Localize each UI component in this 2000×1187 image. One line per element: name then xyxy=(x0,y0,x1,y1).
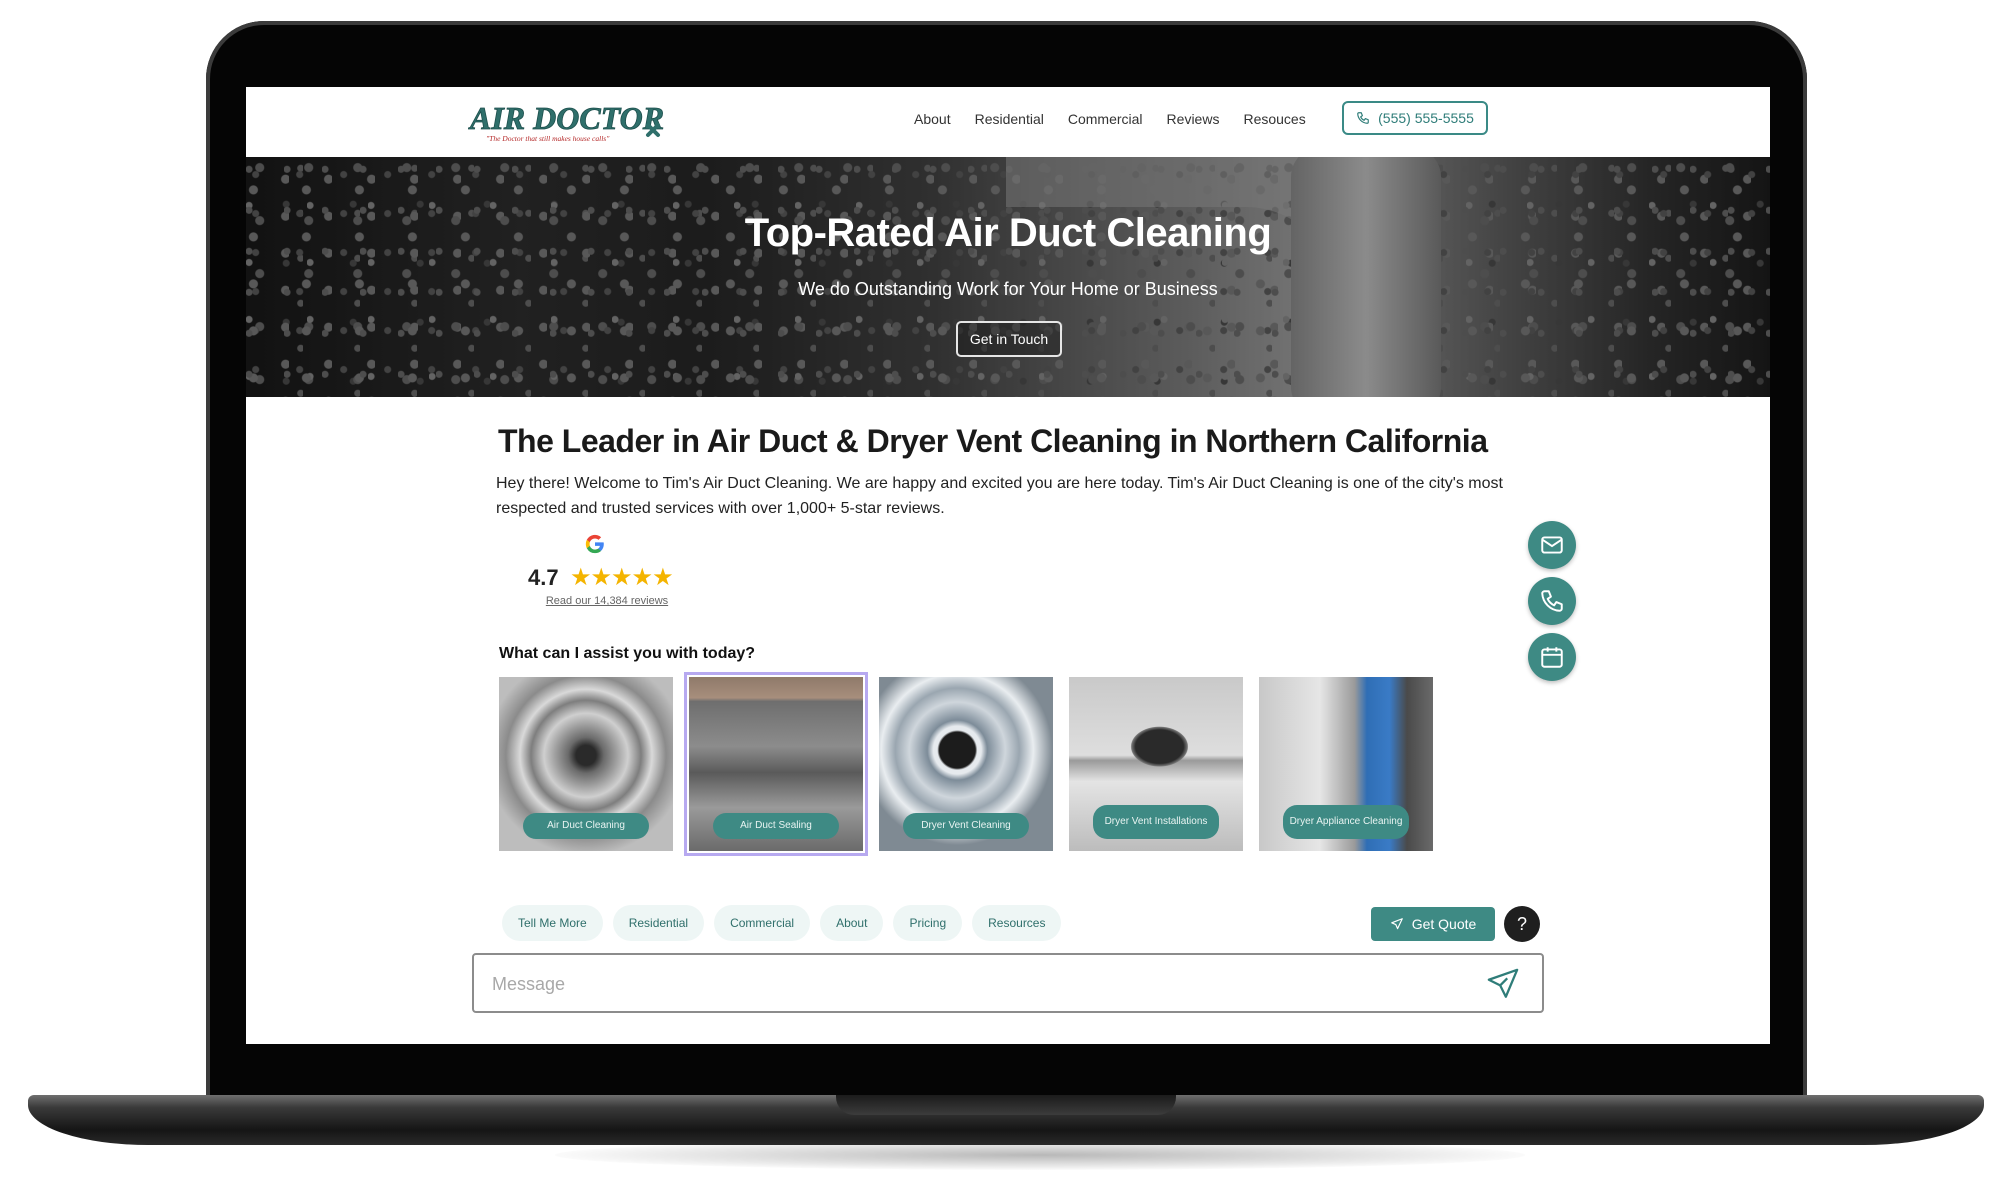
service-cards: Air Duct Cleaning Air Duct Sealing Dryer… xyxy=(499,672,1433,856)
service-card-dryer-appliance-cleaning[interactable]: Dryer Appliance Cleaning xyxy=(1259,677,1433,851)
chip-tell-me-more[interactable]: Tell Me More xyxy=(502,905,603,941)
phone-button[interactable]: (555) 555-5555 xyxy=(1342,101,1488,135)
get-in-touch-button[interactable]: Get in Touch xyxy=(956,321,1062,357)
hero-title: Top-Rated Air Duct Cleaning xyxy=(744,211,1272,255)
chip-about[interactable]: About xyxy=(820,905,884,941)
logo-tagline: "The Doctor that still makes house calls… xyxy=(486,134,610,143)
service-card-label: Dryer Vent Installations xyxy=(1093,805,1219,839)
floating-contact-buttons xyxy=(1528,521,1576,681)
hero-overlay xyxy=(246,157,1770,397)
nav-reviews[interactable]: Reviews xyxy=(1167,111,1220,127)
intro-paragraph: Hey there! Welcome to Tim's Air Duct Cle… xyxy=(496,475,1503,517)
nav-about[interactable]: About xyxy=(914,111,951,127)
google-icon xyxy=(585,534,604,554)
laptop-screen: AIR DOCTOR "The Doctor that still makes … xyxy=(246,87,1770,1044)
nav-residential[interactable]: Residential xyxy=(975,111,1044,127)
service-card-label: Dryer Appliance Cleaning xyxy=(1283,805,1409,839)
nav-resources[interactable]: Resouces xyxy=(1243,111,1305,127)
chip-resources[interactable]: Resources xyxy=(972,905,1062,941)
service-card-air-duct-cleaning[interactable]: Air Duct Cleaning xyxy=(499,677,673,851)
email-button[interactable] xyxy=(1528,521,1576,569)
hero-banner: Top-Rated Air Duct Cleaning We do Outsta… xyxy=(246,157,1770,397)
message-input[interactable] xyxy=(490,969,1454,999)
phone-icon xyxy=(1357,112,1369,124)
main-nav: About Residential Commercial Reviews Res… xyxy=(914,111,1306,127)
star-rating: ★★★★★ xyxy=(570,564,674,591)
assist-question: What can I assist you with today? xyxy=(499,645,756,662)
air-doctor-logo[interactable]: AIR DOCTOR "The Doctor that still makes … xyxy=(468,99,665,147)
service-card-label: Dryer Vent Cleaning xyxy=(903,813,1029,839)
mail-icon xyxy=(1541,536,1563,554)
send-icon[interactable] xyxy=(1486,967,1520,1001)
quick-reply-chips: Tell Me More Residential Commercial Abou… xyxy=(502,905,1062,941)
service-card-dryer-vent-installations[interactable]: Dryer Vent Installations xyxy=(1069,677,1243,851)
logo-wordmark: AIR DOCTOR xyxy=(468,100,664,136)
page-heading: The Leader in Air Duct & Dryer Vent Clea… xyxy=(498,423,1488,459)
schedule-button[interactable] xyxy=(1528,633,1576,681)
calendar-icon xyxy=(1541,647,1563,668)
google-rating: 4.7 ★★★★★ Read our 14,384 reviews xyxy=(522,533,674,613)
help-button[interactable]: ? xyxy=(1504,906,1540,942)
message-composer xyxy=(472,953,1544,1013)
get-quote-label: Get Quote xyxy=(1411,916,1477,932)
chip-residential[interactable]: Residential xyxy=(612,905,705,941)
chip-pricing[interactable]: Pricing xyxy=(893,905,963,941)
rating-value: 4.7 xyxy=(528,565,559,590)
service-card-label: Air Duct Sealing xyxy=(713,813,839,839)
hero-subtitle: We do Outstanding Work for Your Home or … xyxy=(798,279,1218,299)
paper-plane-icon xyxy=(1390,918,1403,930)
call-button[interactable] xyxy=(1528,577,1576,625)
laptop-hinge-notch xyxy=(836,1095,1176,1115)
phone-number: (555) 555-5555 xyxy=(1378,110,1474,126)
site-header: AIR DOCTOR "The Doctor that still makes … xyxy=(246,87,1770,157)
get-quote-button[interactable]: Get Quote xyxy=(1371,907,1495,941)
phone-icon xyxy=(1541,590,1563,612)
nav-commercial[interactable]: Commercial xyxy=(1068,111,1143,127)
read-reviews-link[interactable]: Read our 14,384 reviews xyxy=(522,595,692,607)
chip-commercial[interactable]: Commercial xyxy=(714,905,811,941)
service-card-air-duct-sealing[interactable]: Air Duct Sealing xyxy=(684,672,868,856)
service-card-dryer-vent-cleaning[interactable]: Dryer Vent Cleaning xyxy=(879,677,1053,851)
service-card-label: Air Duct Cleaning xyxy=(523,813,649,839)
